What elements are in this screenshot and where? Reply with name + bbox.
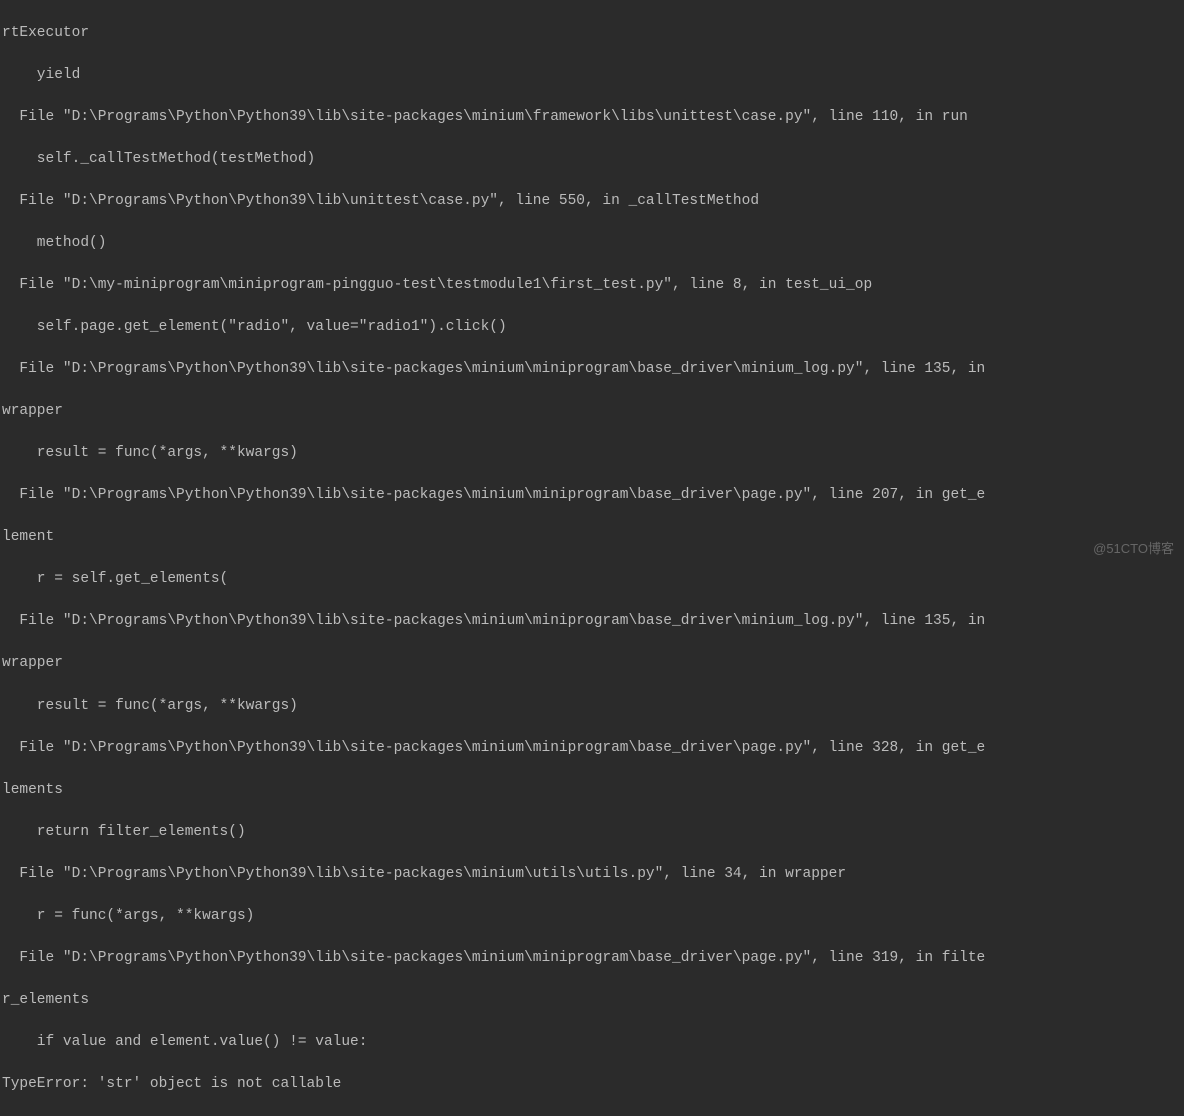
traceback-line: yield (2, 65, 1184, 86)
traceback-line: self.page.get_element("radio", value="ra… (2, 317, 1184, 338)
traceback-line: File "D:\Programs\Python\Python39\lib\si… (2, 864, 1184, 885)
traceback-line: result = func(*args, **kwargs) (2, 443, 1184, 464)
traceback-line: File "D:\Programs\Python\Python39\lib\si… (2, 485, 1184, 506)
traceback-output: rtExecutor yield File "D:\Programs\Pytho… (0, 2, 1184, 1116)
traceback-line: wrapper (2, 653, 1184, 674)
traceback-line: result = func(*args, **kwargs) (2, 696, 1184, 717)
traceback-line: r = func(*args, **kwargs) (2, 906, 1184, 927)
traceback-line: TypeError: 'str' object is not callable (2, 1074, 1184, 1095)
traceback-line: File "D:\Programs\Python\Python39\lib\si… (2, 107, 1184, 128)
traceback-line: File "D:\Programs\Python\Python39\lib\si… (2, 359, 1184, 380)
traceback-line: if value and element.value() != value: (2, 1032, 1184, 1053)
watermark: @51CTO博客 (1093, 540, 1174, 559)
traceback-line: wrapper (2, 401, 1184, 422)
traceback-line: method() (2, 233, 1184, 254)
traceback-line: self._callTestMethod(testMethod) (2, 149, 1184, 170)
traceback-line: r = self.get_elements( (2, 569, 1184, 590)
traceback-line: r_elements (2, 990, 1184, 1011)
traceback-line: lements (2, 780, 1184, 801)
traceback-line: return filter_elements() (2, 822, 1184, 843)
traceback-line: File "D:\Programs\Python\Python39\lib\si… (2, 948, 1184, 969)
traceback-line: rtExecutor (2, 23, 1184, 44)
traceback-line: File "D:\Programs\Python\Python39\lib\un… (2, 191, 1184, 212)
traceback-line: File "D:\Programs\Python\Python39\lib\si… (2, 611, 1184, 632)
traceback-line: File "D:\Programs\Python\Python39\lib\si… (2, 738, 1184, 759)
traceback-line: File "D:\my-miniprogram\miniprogram-ping… (2, 275, 1184, 296)
traceback-line: lement (2, 527, 1184, 548)
